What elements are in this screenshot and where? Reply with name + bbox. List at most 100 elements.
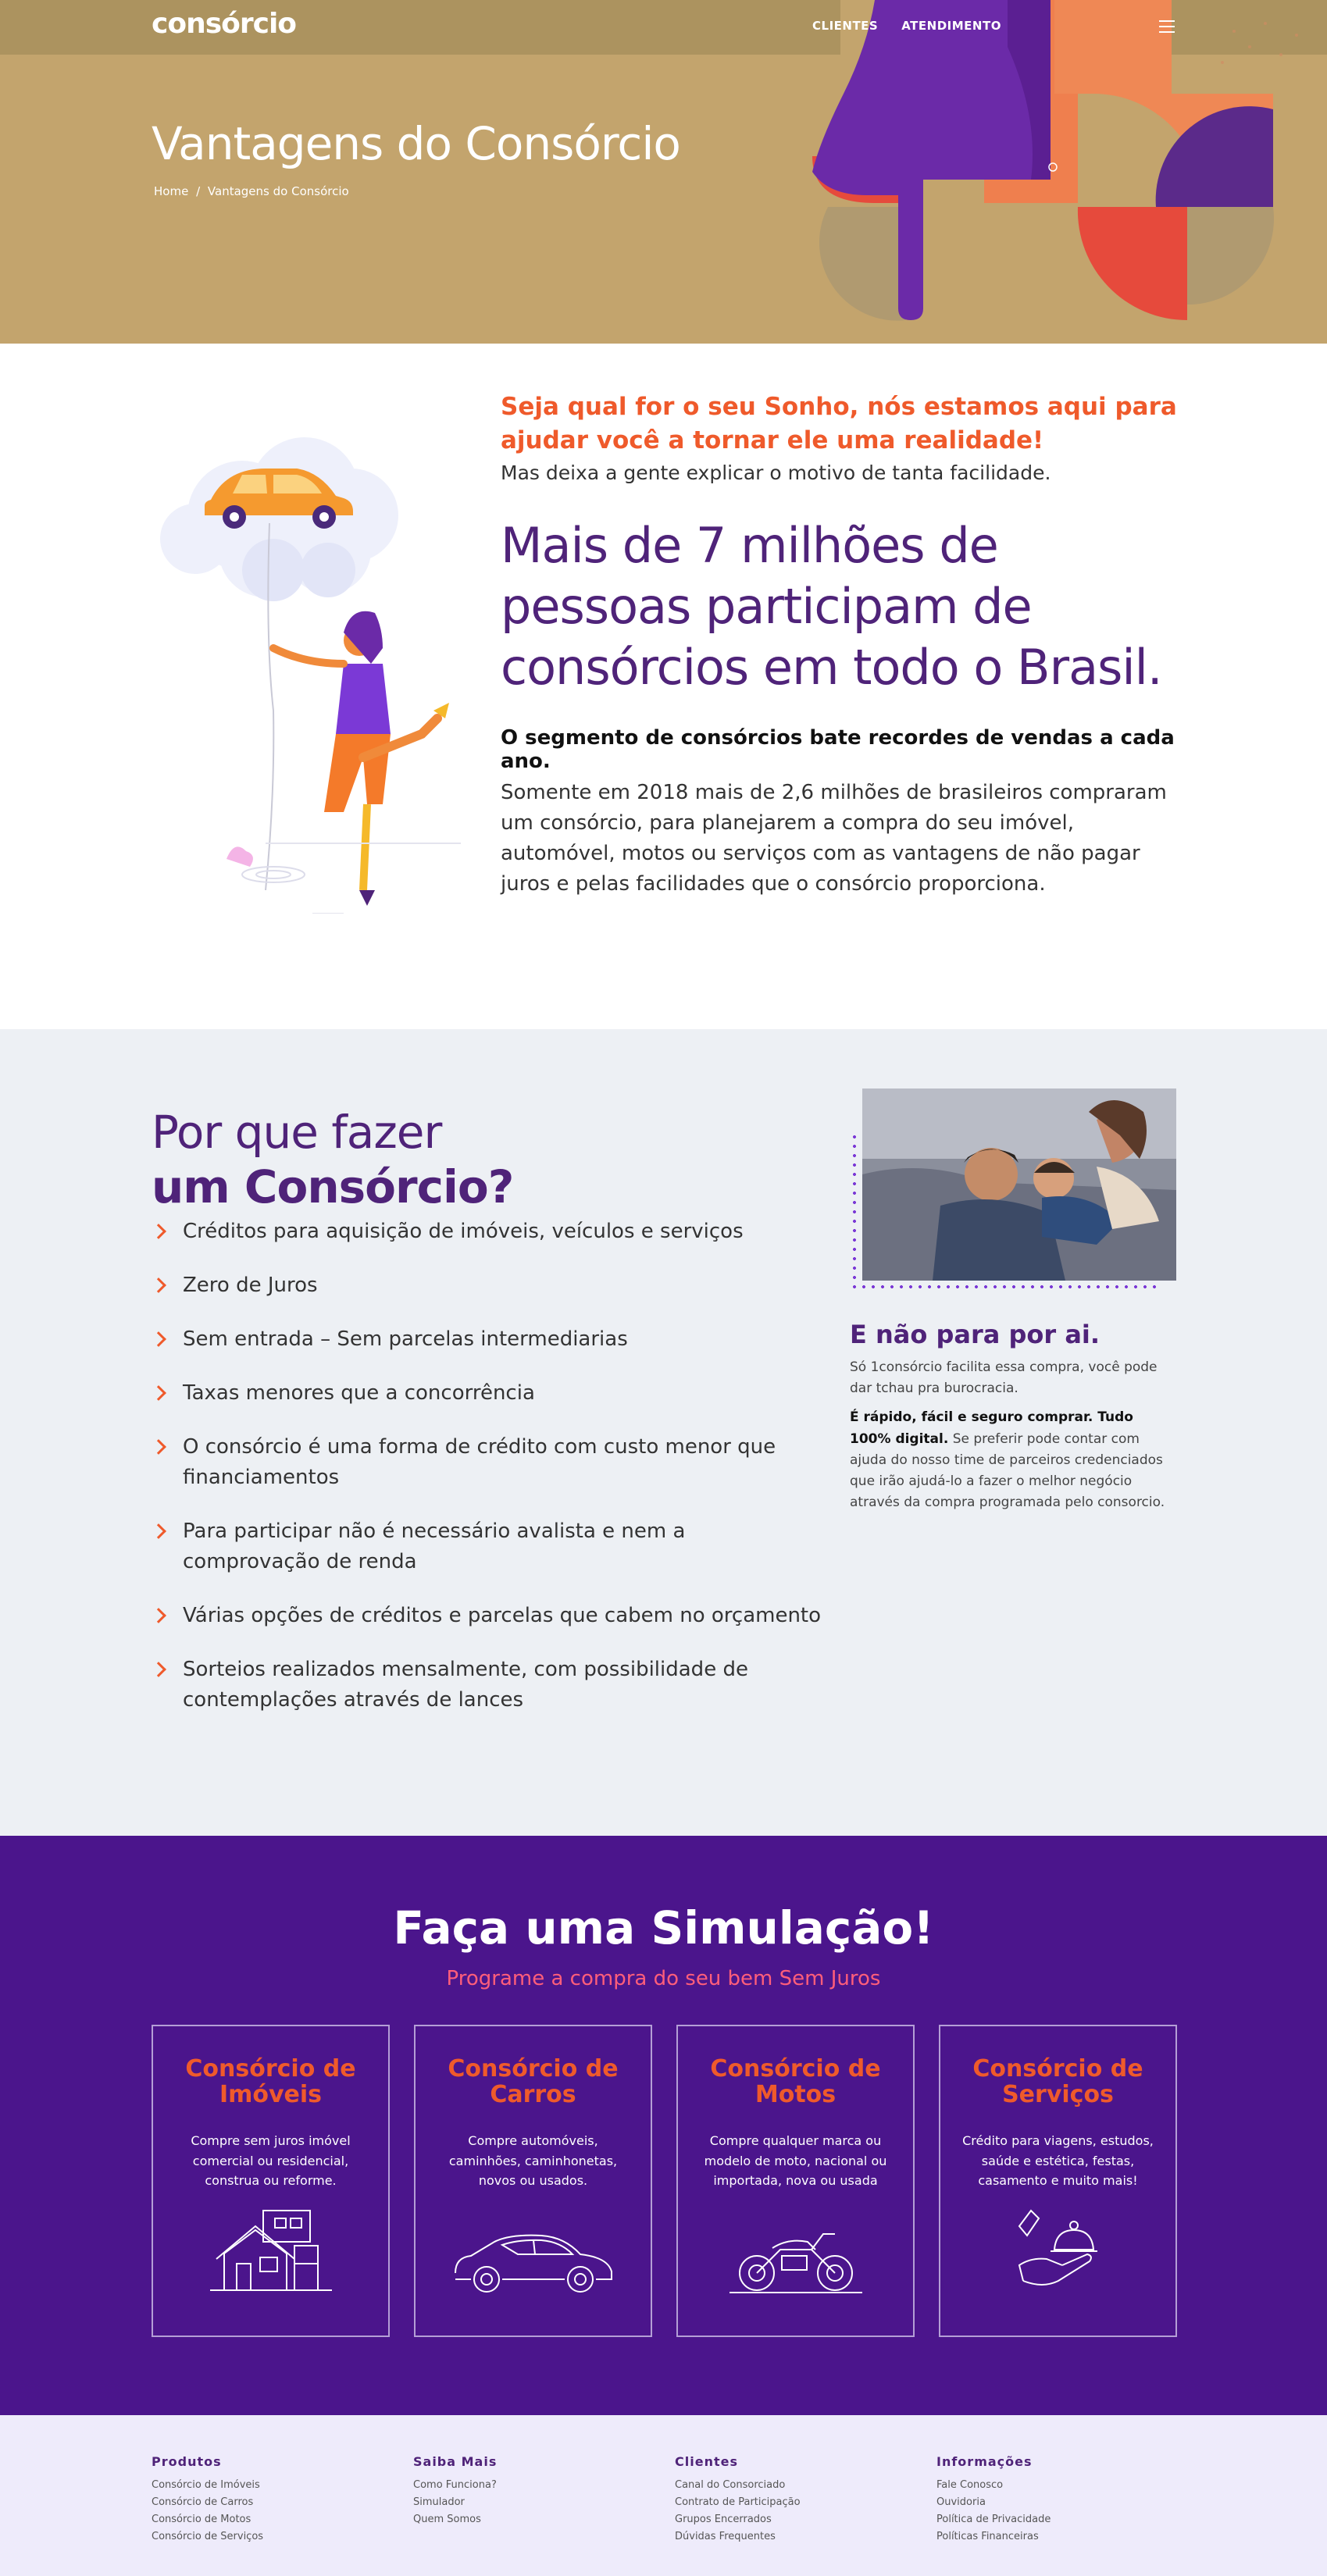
footer-link[interactable]: Contrato de Participação bbox=[675, 2494, 936, 2511]
list-item: Sem entrada – Sem parcelas intermediaria… bbox=[151, 1324, 823, 1355]
card-carros[interactable]: Consórcio de Carros Compre automóveis, c… bbox=[414, 2025, 652, 2337]
intro-headline: Mais de 7 milhões de pessoas participam … bbox=[501, 516, 1163, 696]
intro-text-column: Seja qual for o seu Sonho, nós estamos a… bbox=[501, 390, 1188, 900]
hero-banner: consórcio CLIENTES ATENDIMENTO Vantagens… bbox=[0, 0, 1327, 344]
side-paragraph-1: Só 1consórcio facilita essa compra, você… bbox=[850, 1359, 1158, 1397]
footer-link[interactable]: Consórcio de Motos bbox=[152, 2511, 413, 2528]
card-title: Consórcio de Imóveis bbox=[185, 2055, 356, 2108]
footer-link[interactable]: Grupos Encerrados bbox=[675, 2511, 936, 2528]
footer-link[interactable]: Canal do Consorciado bbox=[675, 2477, 936, 2494]
why-title: Por que fazer um Consórcio? bbox=[152, 1106, 514, 1214]
why-title-line2: um Consórcio? bbox=[152, 1160, 514, 1213]
list-item-text: Taxas menores que a concorrência bbox=[183, 1381, 535, 1405]
motorcycle-icon bbox=[729, 2233, 862, 2293]
simulation-subtitle: Programe a compra do seu bem Sem Juros bbox=[446, 1967, 881, 1990]
list-item-text: Sem entrada – Sem parcelas intermediaria… bbox=[183, 1327, 628, 1351]
brand-logo[interactable]: consórcio bbox=[152, 8, 297, 40]
footer-heading: Saiba Mais bbox=[413, 2454, 498, 2469]
card-description: Compre automóveis, caminhões, caminhonet… bbox=[448, 2133, 618, 2189]
simulation-section: Faça uma Simulação! Programe a compra do… bbox=[0, 1836, 1327, 2415]
footer-col-saiba-mais: Saiba Mais Como Funciona? Simulador Quem… bbox=[413, 2454, 675, 2546]
footer-heading: Informações bbox=[936, 2454, 1033, 2469]
footer-link[interactable]: Ouvidoria bbox=[936, 2494, 1198, 2511]
footer-col-produtos: Produtos Consórcio de Imóveis Consórcio … bbox=[152, 2454, 413, 2546]
list-item: Taxas menores que a concorrência bbox=[151, 1378, 823, 1409]
footer-link[interactable]: Consórcio de Carros bbox=[152, 2494, 413, 2511]
card-imoveis[interactable]: Consórcio de Imóveis Compre sem juros im… bbox=[152, 2025, 390, 2337]
footer-link[interactable]: Quem Somos bbox=[413, 2511, 675, 2528]
simulation-title: Faça uma Simulação! bbox=[393, 1901, 934, 1954]
footer-col-clientes: Clientes Canal do Consorciado Contrato d… bbox=[675, 2454, 936, 2546]
footer-link[interactable]: Consórcio de Serviços bbox=[152, 2528, 413, 2546]
card-motos[interactable]: Consórcio de Motos Compre qualquer marca… bbox=[676, 2025, 915, 2337]
site-footer: Produtos Consórcio de Imóveis Consórcio … bbox=[0, 2415, 1327, 2576]
chevron-right-icon bbox=[151, 1439, 166, 1455]
list-item-text: Sorteios realizados mensalmente, com pos… bbox=[183, 1658, 748, 1712]
intro-section: Seja qual for o seu Sonho, nós estamos a… bbox=[0, 344, 1327, 1029]
woman-holding-car-balloon-illustration bbox=[160, 437, 461, 914]
intro-lead: O segmento de consórcios bate recordes d… bbox=[501, 726, 1175, 774]
footer-link[interactable]: Simulador bbox=[413, 2494, 675, 2511]
list-item: Zero de Juros bbox=[151, 1270, 823, 1301]
list-item-text: Para participar não é necessário avalist… bbox=[183, 1520, 686, 1573]
footer-col-informacoes: Informações Fale Conosco Ouvidoria Polít… bbox=[936, 2454, 1198, 2546]
footer-link[interactable]: Políticas Financeiras bbox=[936, 2528, 1198, 2546]
chevron-right-icon bbox=[151, 1523, 166, 1539]
hamburger-menu-icon[interactable] bbox=[1159, 20, 1175, 33]
card-description: Compre sem juros imóvel comercial ou res… bbox=[191, 2133, 351, 2189]
chevron-right-icon bbox=[151, 1385, 166, 1401]
intro-subtitle: Mas deixa a gente explicar o motivo de t… bbox=[501, 461, 1051, 484]
house-icon bbox=[209, 2210, 332, 2291]
chevron-right-icon bbox=[151, 1224, 166, 1239]
list-item: Várias opções de créditos e parcelas que… bbox=[151, 1601, 823, 1631]
card-title: Consórcio de Serviços bbox=[972, 2055, 1143, 2108]
footer-link[interactable]: Dúvidas Frequentes bbox=[675, 2528, 936, 2546]
chevron-right-icon bbox=[151, 1662, 166, 1677]
footer-heading: Clientes bbox=[675, 2454, 738, 2469]
chevron-right-icon bbox=[151, 1331, 166, 1347]
footer-heading: Produtos bbox=[152, 2454, 222, 2469]
list-item: Sorteios realizados mensalmente, com pos… bbox=[151, 1655, 823, 1716]
card-description: Crédito para viagens, estudos, saúde e e… bbox=[962, 2133, 1154, 2189]
chevron-right-icon bbox=[151, 1608, 166, 1623]
footer-link[interactable]: Fale Conosco bbox=[936, 2477, 1198, 2494]
list-item: Créditos para aquisição de imóveis, veíc… bbox=[151, 1217, 823, 1247]
car-icon bbox=[454, 2234, 612, 2293]
breadcrumb-current: Vantagens do Consórcio bbox=[207, 184, 349, 198]
product-cards: Consórcio de Imóveis Compre sem juros im… bbox=[152, 2025, 1177, 2337]
breadcrumb: Home / Vantagens do Consórcio bbox=[154, 184, 349, 198]
footer-link[interactable]: Política de Privacidade bbox=[936, 2511, 1198, 2528]
footer-link[interactable]: Consórcio de Imóveis bbox=[152, 2477, 413, 2494]
main-nav: CLIENTES ATENDIMENTO bbox=[812, 19, 1001, 33]
page-title: Vantagens do Consórcio bbox=[152, 117, 681, 170]
family-photo-block bbox=[850, 1088, 1176, 1292]
side-info-block: E não para por ai. Só 1consórcio facilit… bbox=[850, 1320, 1178, 1513]
side-title: E não para por ai. bbox=[850, 1320, 1100, 1349]
card-title: Consórcio de Carros bbox=[448, 2055, 619, 2108]
list-item-text: Várias opções de créditos e parcelas que… bbox=[183, 1604, 822, 1627]
breadcrumb-separator: / bbox=[196, 184, 201, 198]
side-paragraph-2: É rápido, fácil e seguro comprar. Tudo 1… bbox=[850, 1407, 1178, 1513]
list-item-text: Zero de Juros bbox=[183, 1274, 318, 1297]
footer-link[interactable]: Como Funciona? bbox=[413, 2477, 675, 2494]
list-item-text: O consórcio é uma forma de crédito com c… bbox=[183, 1435, 776, 1489]
breadcrumb-home-link[interactable]: Home bbox=[154, 184, 188, 198]
card-title: Consórcio de Motos bbox=[710, 2055, 881, 2108]
why-section: Por que fazer um Consórcio? Créditos par… bbox=[0, 1029, 1327, 1836]
intro-body: Somente em 2018 mais de 2,6 milhões de b… bbox=[501, 781, 1167, 896]
benefits-list: Créditos para aquisição de imóveis, veíc… bbox=[151, 1217, 823, 1739]
card-description: Compre qualquer marca ou modelo de moto,… bbox=[704, 2133, 887, 2189]
intro-tagline: Seja qual for o seu Sonho, nós estamos a… bbox=[501, 393, 1177, 455]
hero-geometric-illustration bbox=[812, 0, 1298, 344]
chevron-right-icon bbox=[151, 1277, 166, 1293]
family-photo bbox=[862, 1088, 1176, 1281]
list-item: O consórcio é uma forma de crédito com c… bbox=[151, 1432, 823, 1493]
card-servicos[interactable]: Consórcio de Serviços Crédito para viage… bbox=[939, 2025, 1177, 2337]
list-item: Para participar não é necessário avalist… bbox=[151, 1516, 823, 1577]
service-bell-icon bbox=[1018, 2209, 1097, 2286]
why-title-line1: Por que fazer bbox=[152, 1106, 442, 1159]
nav-atendimento[interactable]: ATENDIMENTO bbox=[901, 19, 1001, 33]
footer-columns: Produtos Consórcio de Imóveis Consórcio … bbox=[152, 2454, 1198, 2546]
nav-clientes[interactable]: CLIENTES bbox=[812, 19, 878, 33]
list-item-text: Créditos para aquisição de imóveis, veíc… bbox=[183, 1220, 744, 1243]
